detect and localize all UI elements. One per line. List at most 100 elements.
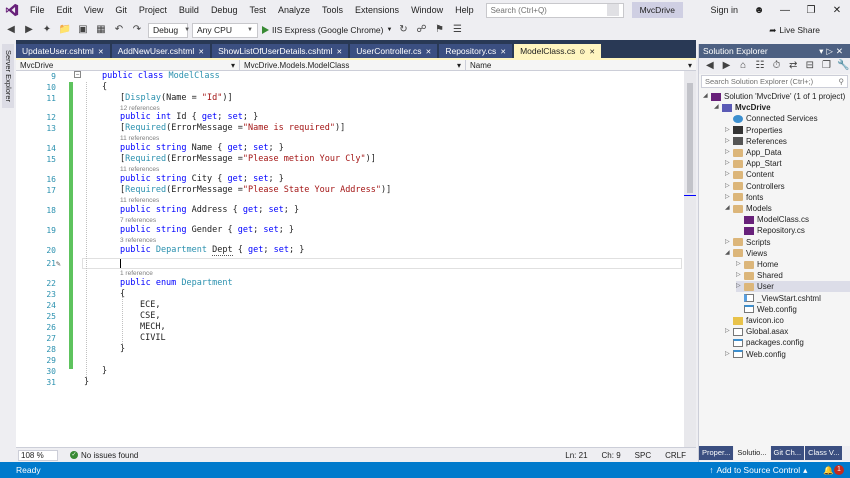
tree-item[interactable]: Web.config <box>736 304 850 315</box>
undo-icon[interactable]: ↶ <box>112 23 126 37</box>
forward-icon[interactable]: ▶ <box>22 23 36 37</box>
document-tab[interactable]: UpdateUser.cshtml ✕ <box>16 44 110 58</box>
tree-item[interactable]: ▷ User <box>736 281 850 293</box>
collapsed-chevron-icon[interactable]: ▷ <box>725 125 733 136</box>
tree-item[interactable]: ▷ App_Data <box>725 147 850 158</box>
close-tab-icon[interactable]: ✕ <box>198 49 204 56</box>
run-button[interactable]: IIS Express (Google Chrome) ▼ <box>262 25 392 35</box>
issues-indicator[interactable]: ✓ No issues found <box>70 451 138 460</box>
tool-window-tab[interactable]: Solutio... <box>734 446 770 460</box>
pin-icon[interactable]: ⊙ <box>579 49 585 56</box>
editor-vertical-scrollbar[interactable] <box>684 71 696 447</box>
collapsed-chevron-icon[interactable]: ▷ <box>725 349 733 360</box>
tree-item[interactable]: ▷ Global.asax <box>725 326 850 337</box>
collapsed-chevron-icon[interactable]: ▷ <box>725 237 733 248</box>
tree-item[interactable]: Connected Services <box>725 113 850 124</box>
expanded-chevron-icon[interactable]: ◢ <box>703 91 711 102</box>
panel-window-buttons[interactable]: ▾▷✕ <box>819 44 850 58</box>
tree-item[interactable]: ▷ Scripts <box>725 237 850 248</box>
code-editor[interactable]: − ✎ 9 public class ModelClass 10 { 11 [D… <box>16 71 684 447</box>
menu-tools[interactable]: Tools <box>316 0 349 20</box>
collapsed-chevron-icon[interactable]: ▷ <box>725 181 733 192</box>
codelens-references[interactable]: 1 reference <box>120 269 153 278</box>
back-icon[interactable]: ◀ <box>4 23 18 37</box>
browser-link-icon[interactable]: ☍ <box>414 23 428 37</box>
tree-item[interactable]: ▷ Controllers <box>725 181 850 192</box>
tree-item[interactable]: _ViewStart.cshtml <box>736 293 850 304</box>
tree-item[interactable]: ◢ Views <box>725 248 850 259</box>
collapsed-chevron-icon[interactable]: ▷ <box>725 326 733 337</box>
type-dropdown[interactable]: MvcDrive.Models.ModelClass ▾ <box>240 60 466 71</box>
expanded-chevron-icon[interactable]: ◢ <box>725 248 733 259</box>
tree-item[interactable]: ModelClass.cs <box>736 214 850 225</box>
menu-extensions[interactable]: Extensions <box>349 0 405 20</box>
collapsed-chevron-icon[interactable]: ▷ <box>736 281 744 292</box>
collapsed-chevron-icon[interactable]: ▷ <box>725 169 733 180</box>
open-folder-icon[interactable]: 📁 <box>58 23 72 37</box>
menu-window[interactable]: Window <box>405 0 449 20</box>
tree-item[interactable]: ▷ App_Start <box>725 158 850 169</box>
pending-changes-icon[interactable]: ⏱ <box>770 59 784 73</box>
maximize-button[interactable]: ❐ <box>798 5 824 16</box>
expanded-chevron-icon[interactable]: ◢ <box>714 102 722 113</box>
menu-test[interactable]: Test <box>243 0 272 20</box>
redo-icon[interactable]: ↷ <box>130 23 144 37</box>
bookmark-icon[interactable]: ⚑ <box>432 23 446 37</box>
document-tab[interactable]: ModelClass.cs ⊙ ✕ <box>514 44 602 58</box>
close-tab-icon[interactable]: ✕ <box>98 49 104 56</box>
document-tab[interactable]: UserController.cs ✕ <box>350 44 438 58</box>
tree-item[interactable]: Repository.cs <box>736 225 850 236</box>
menu-file[interactable]: File <box>24 0 51 20</box>
search-icon[interactable] <box>606 4 619 16</box>
collapsed-chevron-icon[interactable]: ▷ <box>725 147 733 158</box>
back-icon[interactable]: ◀ <box>703 59 717 73</box>
switch-views-icon[interactable]: ☷ <box>753 59 767 73</box>
menu-view[interactable]: View <box>78 0 109 20</box>
project-dropdown[interactable]: MvcDrive ▾ <box>16 60 240 71</box>
show-all-files-icon[interactable]: ❐ <box>820 59 834 73</box>
tree-item[interactable]: ▷ Web.config <box>725 349 850 360</box>
comment-icon[interactable]: ☰ <box>450 23 464 37</box>
account-icon[interactable]: ☻ <box>746 5 772 16</box>
document-tab[interactable]: Repository.cs ✕ <box>439 44 513 58</box>
tool-window-tab[interactable]: Git Ch... <box>770 446 805 460</box>
solution-search-input[interactable]: Search Solution Explorer (Ctrl+;) ⚲ <box>701 75 848 88</box>
document-tab[interactable]: AddNewUser.cshtml ✕ <box>111 44 211 58</box>
document-tab[interactable]: ShowListOfUserDetails.cshtml ✕ <box>212 44 349 58</box>
tool-window-tab[interactable]: Class V... <box>805 446 843 460</box>
zoom-dropdown[interactable]: 108 % <box>18 449 58 461</box>
new-project-icon[interactable]: ✦ <box>40 23 54 37</box>
tree-item[interactable]: ▷ Content <box>725 169 850 180</box>
search-input[interactable]: Search (Ctrl+Q) <box>485 2 624 18</box>
server-explorer-tab[interactable]: Server Explorer <box>2 44 14 108</box>
codelens-references[interactable]: 11 references <box>120 196 159 205</box>
save-icon[interactable]: ▣ <box>76 23 90 37</box>
line-indicator[interactable]: Ln: 21 <box>565 451 587 460</box>
tree-item[interactable]: ▷ Properties <box>725 125 850 136</box>
menu-debug[interactable]: Debug <box>205 0 244 20</box>
expanded-chevron-icon[interactable]: ◢ <box>725 203 733 214</box>
collapsed-chevron-icon[interactable]: ▷ <box>736 270 744 281</box>
properties-icon[interactable]: 🔧 <box>836 59 850 73</box>
tree-item[interactable]: favicon.ico <box>725 315 850 326</box>
live-share-button[interactable]: ➦ Live Share <box>769 25 820 36</box>
codelens-references[interactable]: 3 references <box>120 236 156 245</box>
collapse-all-icon[interactable]: ⊟ <box>803 59 817 73</box>
close-tab-icon[interactable]: ✕ <box>336 49 342 56</box>
tree-item[interactable]: ◢ Models <box>725 203 850 214</box>
sign-in-link[interactable]: Sign in <box>710 5 738 15</box>
tree-item[interactable]: ▷ Shared <box>736 270 850 281</box>
char-indicator[interactable]: Ch: 9 <box>602 451 621 460</box>
platform-dropdown[interactable]: Any CPU ▼ <box>192 22 258 38</box>
minimize-button[interactable]: — <box>772 5 798 16</box>
collapsed-chevron-icon[interactable]: ▷ <box>725 158 733 169</box>
tree-item[interactable]: packages.config <box>725 337 850 348</box>
menu-edit[interactable]: Edit <box>51 0 79 20</box>
scrollbar-thumb[interactable] <box>687 83 693 193</box>
collapsed-chevron-icon[interactable]: ▷ <box>725 192 733 203</box>
whitespace-indicator[interactable]: SPC <box>635 451 651 460</box>
add-to-source-control-button[interactable]: ↑ Add to Source Control ▴ <box>709 465 807 476</box>
member-dropdown[interactable]: Name ▾ <box>466 60 696 71</box>
close-tab-icon[interactable]: ✕ <box>425 49 431 56</box>
tree-item[interactable]: ▷ fonts <box>725 192 850 203</box>
